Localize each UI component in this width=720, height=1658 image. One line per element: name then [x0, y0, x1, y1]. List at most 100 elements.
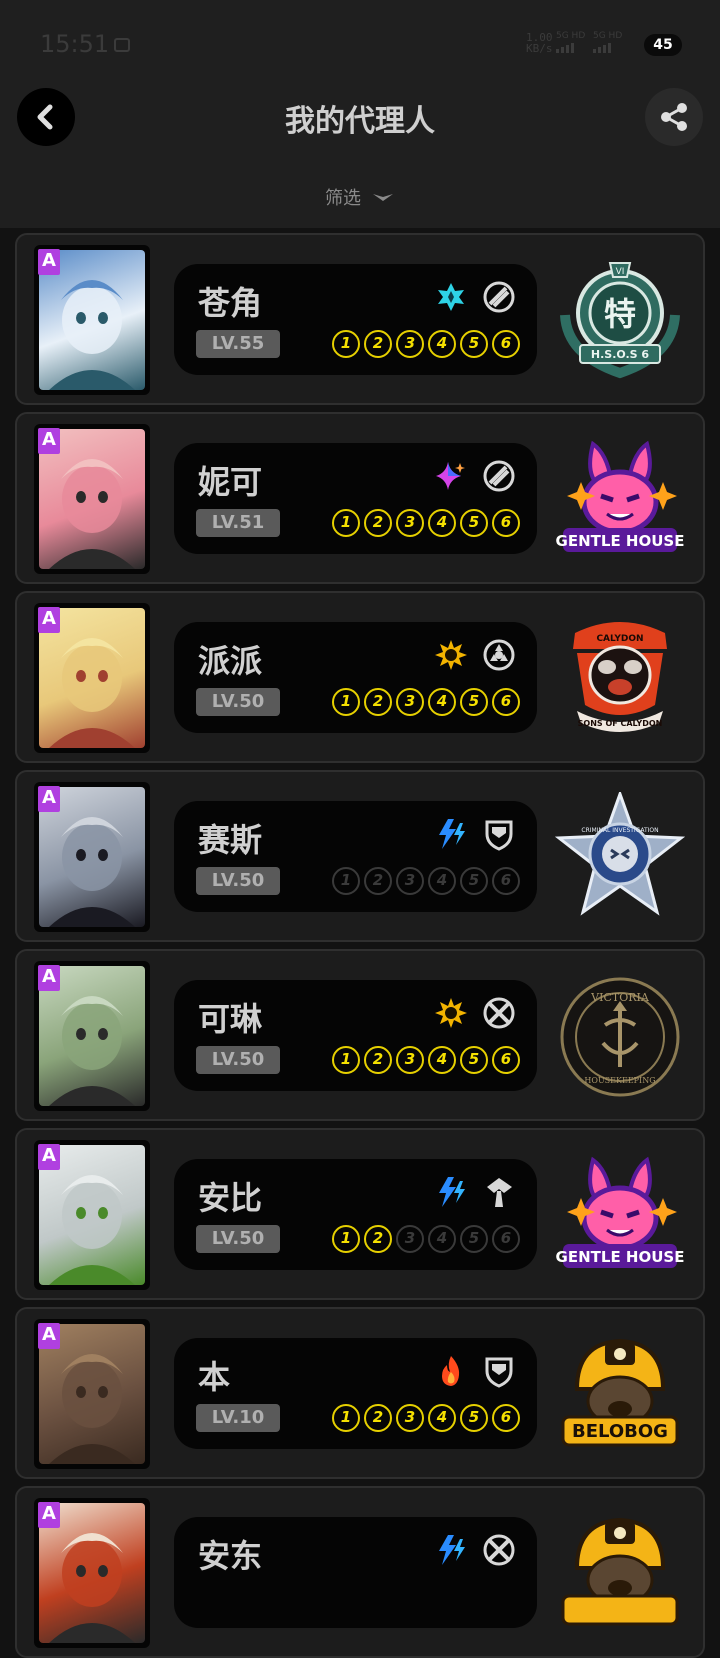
agent-card[interactable]: A 妮可 LV.51 123456 GENTLE HOUSE	[15, 412, 705, 584]
battery-indicator: 45	[644, 34, 682, 56]
agent-level: LV.50	[196, 1046, 280, 1074]
svg-text:BELOBOG: BELOBOG	[572, 1421, 668, 1442]
cinema-level-1: 1	[332, 1046, 360, 1074]
agent-level: LV.55	[196, 330, 280, 358]
agent-card[interactable]: A 安东	[15, 1486, 705, 1658]
agent-card[interactable]: A 苍角 LV.55 123456 特 H.S.O.S 6 VI	[15, 233, 705, 405]
agent-card[interactable]: A 派派 LV.50 123456 CALYDON SONS OF CALYDON	[15, 591, 705, 763]
cinema-level-1: 1	[332, 1225, 360, 1253]
cinema-level-5: 5	[460, 509, 488, 537]
cinema-level-6: 6	[492, 1046, 520, 1074]
mindscape-cinema-row: 123456	[332, 867, 520, 895]
agent-level: LV.50	[196, 867, 280, 895]
mindscape-cinema-row: 123456	[332, 1404, 520, 1432]
agent-info-panel: 安比 LV.50 123456	[174, 1159, 537, 1270]
agent-portrait: A	[34, 782, 150, 932]
svg-text:VI: VI	[616, 267, 625, 277]
cinema-level-3: 3	[396, 1225, 424, 1253]
ice-star-icon	[434, 280, 468, 314]
cinema-level-5: 5	[460, 330, 488, 358]
agent-info-panel: 本 LV.10 123456	[174, 1338, 537, 1449]
electric-bolt-icon	[434, 1175, 468, 1209]
svg-text:CRIMINAL INVESTIGATION: CRIMINAL INVESTIGATION	[581, 827, 658, 834]
svg-text:H.S.O.S 6: H.S.O.S 6	[591, 348, 650, 361]
agent-card[interactable]: A 可琳 LV.50 123456 VICTORIA HOUSEKEEPING	[15, 949, 705, 1121]
cinema-level-5: 5	[460, 867, 488, 895]
rank-a-badge: A	[38, 965, 60, 991]
cinema-level-4: 4	[428, 688, 456, 716]
rank-a-badge: A	[38, 428, 60, 454]
attack-cross-icon	[482, 996, 516, 1030]
cinema-level-2: 2	[364, 1046, 392, 1074]
gentle-house-bunny-icon: GENTLE HOUSE	[555, 1150, 685, 1282]
svg-text:SONS OF CALYDON: SONS OF CALYDON	[578, 719, 663, 728]
svg-text:CALYDON: CALYDON	[596, 634, 643, 644]
agent-name: 安东	[198, 1537, 263, 1575]
rank-a-badge: A	[38, 607, 60, 633]
cinema-level-2: 2	[364, 1404, 392, 1432]
electric-bolt-icon	[434, 1533, 468, 1567]
agent-card[interactable]: A 安比 LV.50 123456 GENTLE HOUSE	[15, 1128, 705, 1300]
victoria-housekeeping-icon: VICTORIA HOUSEKEEPING	[555, 971, 685, 1103]
agent-card[interactable]: A 本 LV.10 123456 BELOBOG	[15, 1307, 705, 1479]
rank-a-badge: A	[38, 1144, 60, 1170]
agent-info-panel: 赛斯 LV.50 123456	[174, 801, 537, 912]
support-icon	[482, 459, 516, 493]
filter-dropdown[interactable]: 筛选	[0, 184, 720, 210]
agent-portrait: A	[34, 961, 150, 1111]
defense-shield-icon	[482, 1354, 516, 1388]
cinema-level-1: 1	[332, 867, 360, 895]
agent-level: LV.50	[196, 1225, 280, 1253]
agent-portrait: A	[34, 424, 150, 574]
cinema-level-4: 4	[428, 1046, 456, 1074]
cinema-level-3: 3	[396, 1046, 424, 1074]
status-time: 15:51	[40, 30, 110, 58]
cinema-level-2: 2	[364, 1225, 392, 1253]
agent-name: 可琳	[198, 1000, 263, 1038]
attack-cross-icon	[482, 1533, 516, 1567]
gentle-house-bunny-icon: GENTLE HOUSE	[555, 434, 685, 566]
cinema-level-1: 1	[332, 509, 360, 537]
agent-info-panel: 苍角 LV.55 123456	[174, 264, 537, 375]
agent-portrait: A	[34, 1498, 150, 1648]
filter-label: 筛选	[325, 188, 361, 209]
cinema-level-5: 5	[460, 1225, 488, 1253]
cinema-level-1: 1	[332, 1404, 360, 1432]
page-title: 我的代理人	[285, 104, 435, 139]
mindscape-cinema-row: 123456	[332, 688, 520, 716]
signal-sim1-icon: 5G HD	[556, 31, 585, 53]
cinema-level-5: 5	[460, 1404, 488, 1432]
cinema-level-4: 4	[428, 1404, 456, 1432]
rank-a-badge: A	[38, 1502, 60, 1528]
svg-text:HOUSEKEEPING: HOUSEKEEPING	[584, 1076, 655, 1085]
signal-sim2-icon: 5G HD	[593, 31, 622, 53]
rank-a-badge: A	[38, 249, 60, 275]
agent-name: 妮可	[198, 463, 263, 501]
agent-name: 安比	[198, 1179, 263, 1217]
cinema-level-6: 6	[492, 1225, 520, 1253]
rank-a-badge: A	[38, 786, 60, 812]
agent-level: LV.50	[196, 688, 280, 716]
agent-info-panel: 可琳 LV.50 123456	[174, 980, 537, 1091]
criminal-investigation-badge-icon: CRIMINAL INVESTIGATION	[554, 789, 686, 924]
cinema-level-4: 4	[428, 330, 456, 358]
cinema-level-5: 5	[460, 688, 488, 716]
mindscape-cinema-row: 123456	[332, 1046, 520, 1074]
agent-name: 本	[198, 1358, 231, 1396]
svg-text:GENTLE HOUSE: GENTLE HOUSE	[556, 532, 685, 550]
cinema-level-2: 2	[364, 688, 392, 716]
share-button[interactable]	[645, 88, 703, 146]
agent-card[interactable]: A 赛斯 LV.50 123456 CRIMINAL INVESTIGATION	[15, 770, 705, 942]
agent-name: 赛斯	[198, 821, 263, 859]
mindscape-cinema-row: 123456	[332, 330, 520, 358]
mindscape-cinema-row: 123456	[332, 1225, 520, 1253]
tv-icon	[114, 38, 130, 52]
agent-portrait: A	[34, 1319, 150, 1469]
cinema-level-4: 4	[428, 1225, 456, 1253]
ether-sparkle-icon	[434, 459, 468, 493]
belobog-helmet-icon	[555, 1508, 685, 1640]
cinema-level-6: 6	[492, 1404, 520, 1432]
cinema-level-2: 2	[364, 509, 392, 537]
svg-text:GENTLE HOUSE: GENTLE HOUSE	[556, 1248, 685, 1266]
sons-of-calydon-boar-icon: CALYDON SONS OF CALYDON	[555, 613, 685, 745]
